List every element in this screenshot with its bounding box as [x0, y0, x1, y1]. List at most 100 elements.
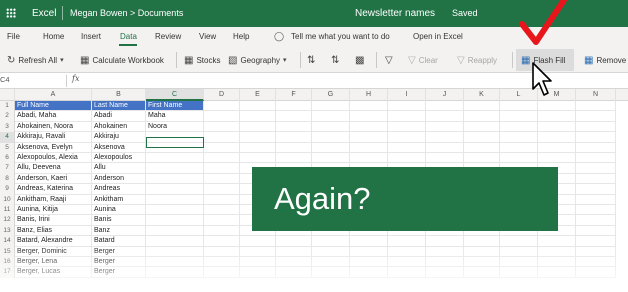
cell-a15[interactable]: Berger, Dominic — [15, 246, 92, 257]
cell-h3[interactable] — [350, 121, 388, 133]
cell-f1[interactable] — [276, 101, 312, 112]
name-box[interactable]: C4 — [0, 75, 10, 84]
cell-n17[interactable] — [576, 267, 616, 278]
cell-d9[interactable] — [204, 184, 240, 195]
reapply-filter-button[interactable]: ▽ Reapply — [457, 52, 497, 68]
column-header-g[interactable]: G — [312, 89, 350, 101]
cell-d2[interactable] — [204, 111, 240, 122]
cell-k4[interactable] — [464, 132, 500, 143]
column-header-k[interactable]: K — [464, 89, 500, 101]
cell-b14[interactable]: Batard — [92, 236, 146, 247]
tab-help[interactable]: Help — [233, 32, 249, 41]
row-header[interactable]: 7 — [0, 163, 15, 174]
cell-n14[interactable] — [576, 236, 616, 247]
cell-a10[interactable]: Ankitham, Raaji — [15, 194, 92, 205]
cell-c12[interactable] — [146, 215, 204, 226]
sort-descending-button[interactable]: ⇅ — [331, 52, 339, 68]
cell-c10[interactable] — [146, 194, 204, 205]
cell-k5[interactable] — [464, 142, 500, 153]
cell-b15[interactable]: Berger — [92, 246, 146, 257]
cell-m6[interactable] — [538, 153, 576, 164]
cell-i4[interactable] — [388, 132, 426, 143]
cell-d6[interactable] — [204, 153, 240, 164]
cell-a2[interactable]: Abadi, Maha — [15, 111, 92, 122]
cell-n3[interactable] — [576, 121, 616, 133]
column-header-n[interactable]: N — [576, 89, 616, 101]
cell-a12[interactable]: Banis, Irini — [15, 215, 92, 226]
cell-b9[interactable]: Andreas — [92, 184, 146, 195]
cell-l3[interactable] — [500, 121, 538, 133]
cell-j1[interactable] — [426, 101, 464, 112]
column-header-d[interactable]: D — [204, 89, 240, 101]
column-header-j[interactable]: J — [426, 89, 464, 101]
row-header[interactable]: 16 — [0, 257, 15, 268]
cell-l4[interactable] — [500, 132, 538, 143]
geography-button[interactable]: ▧ Geography ▾ — [228, 52, 287, 68]
cell-j14[interactable] — [426, 236, 464, 247]
select-all-corner[interactable] — [0, 89, 15, 101]
cell-m15[interactable] — [538, 246, 576, 257]
cell-e6[interactable] — [240, 153, 276, 164]
cell-k14[interactable] — [464, 236, 500, 247]
cell-b8[interactable]: Anderson — [92, 173, 146, 185]
cell-e17[interactable] — [240, 267, 276, 278]
cell-b3[interactable]: Ahokainen — [92, 121, 146, 133]
cell-b16[interactable]: Berger — [92, 257, 146, 268]
row-header[interactable]: 6 — [0, 153, 15, 164]
cell-a13[interactable]: Banz, Elias — [15, 225, 92, 237]
cell-c17[interactable] — [146, 267, 204, 278]
row-header[interactable]: 9 — [0, 184, 15, 195]
cell-a4[interactable]: Akkiraju, Ravali — [15, 132, 92, 143]
cell-k3[interactable] — [464, 121, 500, 133]
row-header[interactable]: 15 — [0, 246, 15, 257]
cell-m2[interactable] — [538, 111, 576, 122]
cell-g14[interactable] — [312, 236, 350, 247]
cell-a1[interactable]: Full Name — [15, 101, 92, 112]
breadcrumb[interactable]: Megan Bowen > Documents — [70, 8, 183, 18]
custom-sort-button[interactable]: ▩ — [355, 52, 364, 68]
cell-k17[interactable] — [464, 267, 500, 278]
cell-c6[interactable] — [146, 153, 204, 164]
cell-k16[interactable] — [464, 257, 500, 268]
cell-c7[interactable] — [146, 163, 204, 174]
column-header-a[interactable]: A — [15, 89, 92, 101]
cell-f14[interactable] — [276, 236, 312, 247]
cell-c15[interactable] — [146, 246, 204, 257]
cell-b2[interactable]: Abadi — [92, 111, 146, 122]
column-header-h[interactable]: H — [350, 89, 388, 101]
tab-data[interactable]: Data — [120, 32, 137, 41]
cell-i15[interactable] — [388, 246, 426, 257]
cell-d12[interactable] — [204, 215, 240, 226]
cell-j5[interactable] — [426, 142, 464, 153]
cell-k2[interactable] — [464, 111, 500, 122]
open-in-excel-link[interactable]: Open in Excel — [413, 32, 463, 41]
clear-filter-button[interactable]: ▽ Clear — [408, 52, 438, 68]
cell-a6[interactable]: Alexopoulos, Alexia — [15, 153, 92, 164]
sort-ascending-button[interactable]: ⇅ — [307, 52, 315, 68]
row-header[interactable]: 14 — [0, 236, 15, 247]
cell-b4[interactable]: Akkiraju — [92, 132, 146, 143]
app-name[interactable]: Excel — [32, 8, 56, 19]
cell-l15[interactable] — [500, 246, 538, 257]
cell-d1[interactable] — [204, 101, 240, 112]
cell-j16[interactable] — [426, 257, 464, 268]
cell-e14[interactable] — [240, 236, 276, 247]
cell-d14[interactable] — [204, 236, 240, 247]
cell-d15[interactable] — [204, 246, 240, 257]
cell-g6[interactable] — [312, 153, 350, 164]
cell-a17[interactable]: Berger, Lucas — [15, 267, 92, 278]
cell-n2[interactable] — [576, 111, 616, 122]
column-header-f[interactable]: F — [276, 89, 312, 101]
cell-m17[interactable] — [538, 267, 576, 278]
cell-n4[interactable] — [576, 132, 616, 143]
cell-n12[interactable] — [576, 215, 616, 226]
cell-n15[interactable] — [576, 246, 616, 257]
column-header-b[interactable]: B — [92, 89, 146, 101]
cell-f3[interactable] — [276, 121, 312, 133]
cell-i2[interactable] — [388, 111, 426, 122]
cell-j17[interactable] — [426, 267, 464, 278]
cell-e2[interactable] — [240, 111, 276, 122]
cell-c13[interactable] — [146, 225, 204, 237]
cell-e15[interactable] — [240, 246, 276, 257]
cell-a14[interactable]: Batard, Alexandre — [15, 236, 92, 247]
